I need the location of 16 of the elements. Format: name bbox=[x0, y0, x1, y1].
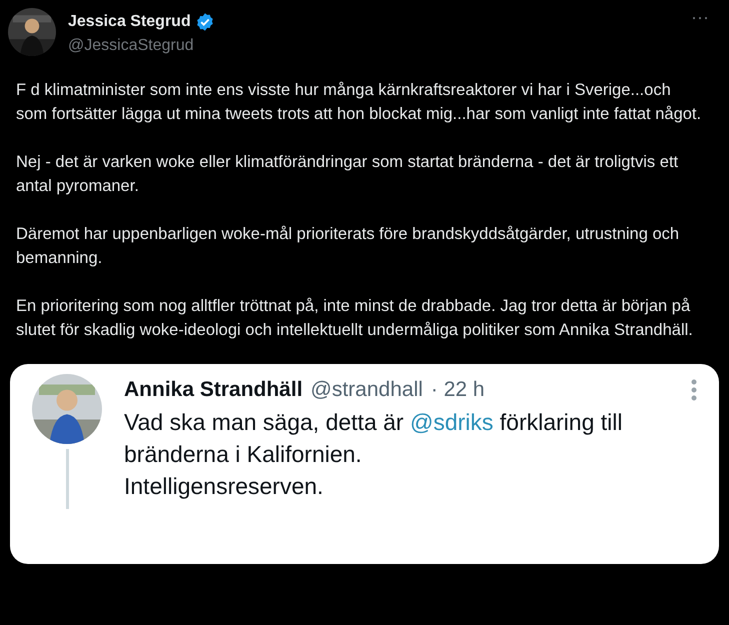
tweet-paragraph: Däremot har uppenbarligen woke-mål prioriterats före brandskyddsåtgärder, utrustning och bemanning. bbox=[16, 224, 680, 269]
more-icon bbox=[691, 378, 697, 401]
quoted-author-name: Annika Strandhäll bbox=[124, 377, 303, 403]
tweet-paragraph: En prioritering som nog alltfler tröttnat på, inte minst de drabbade. Jag tror detta är början på slutet för skadlig woke-ideologi och intellektuellt undermåliga politiker som Annika Strandhäll. bbox=[16, 296, 694, 341]
quoted-time: · 22 h bbox=[430, 377, 485, 403]
quoted-author-handle: @strandhall bbox=[310, 377, 423, 403]
quoted-text-line: bränderna i Kalifornien. bbox=[124, 440, 363, 468]
tweet-paragraph: F d klimatminister som inte ens visste hur många kärnkraftsreaktorer vi har i Sverige...och som fortsätter lägga ut mina tweets trots att hon blockat mig...har som vanligt inte fattat något. bbox=[16, 80, 702, 125]
tweet-paragraph: Nej - det är varken woke eller klimatförändringar som startat bränderna - det är troligtvis ett antal pyromaner. bbox=[16, 152, 680, 197]
more-button[interactable]: ··· bbox=[691, 8, 709, 26]
mention-link[interactable]: @sdriks bbox=[410, 408, 494, 434]
author-name[interactable]: Jessica Stegrud bbox=[68, 10, 191, 34]
quoted-text-line: Vad ska man säga, detta är @sdriks förklaring till bbox=[124, 408, 624, 437]
quoted-tweet-card[interactable]: Annika Strandhäll @strandhall · 22 h Vad ska man säga, detta är @sdriks förklaring till bränderna i Kalifornien. Intelligensreserven. bbox=[10, 364, 719, 564]
quoted-text-line: Intelligensreserven. bbox=[124, 472, 324, 501]
author-handle[interactable]: @JessicaStegrud bbox=[68, 34, 194, 58]
